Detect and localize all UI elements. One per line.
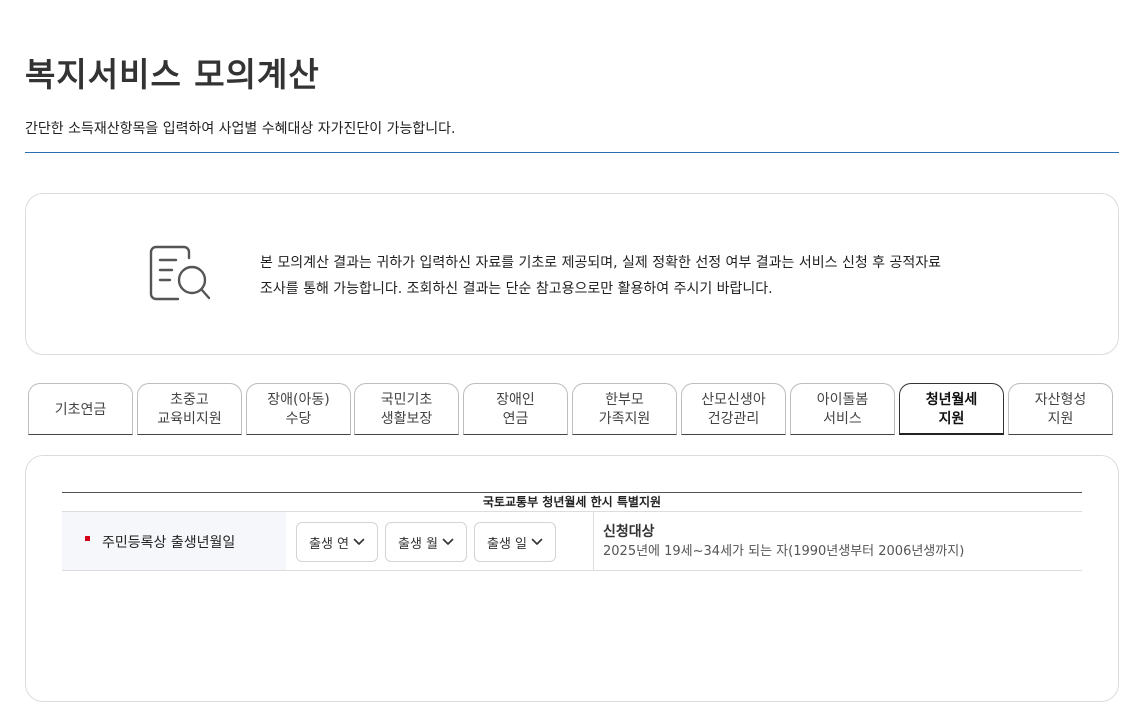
birth-month-select[interactable]: 출생 월 (385, 522, 467, 562)
tab-asset-building-support[interactable]: 자산형성 지원 (1008, 383, 1113, 435)
tab-label: 한부모 가족지원 (598, 392, 651, 427)
notice-line-2: 조사를 통해 가능합니다. 조회하신 결과는 단순 참고용으로만 활용하여 주시… (260, 281, 773, 297)
birthdate-label: 주민등록상 출생년월일 (102, 535, 236, 551)
tab-label: 청년월세 지원 (925, 391, 978, 427)
select-value: 출생 월 (397, 536, 438, 552)
tab-maternal-newborn-care[interactable]: 산모신생아 건강관리 (681, 383, 786, 435)
eligibility-description: 2025년에 19세~34세가 되는 자(1990년생부터 2006년생까지) (603, 544, 965, 559)
tab-single-parent-support[interactable]: 한부모 가족지원 (572, 383, 677, 435)
eligibility-title: 신청대상 (603, 524, 655, 540)
row-divider (593, 512, 594, 570)
notice-text: 본 모의계산 결과는 귀하가 입력하신 자료를 기초로 제공되며, 실제 정확한… (260, 250, 1020, 302)
row-header: 주민등록상 출생년월일 (62, 512, 286, 570)
calculator-panel: 국토교통부 청년월세 한시 특별지원 주민등록상 출생년월일 출생 연 출생 월… (25, 455, 1119, 702)
table-caption: 국토교통부 청년월세 한시 특별지원 (62, 493, 1082, 512)
required-mark-icon (85, 536, 90, 541)
birth-year-select[interactable]: 출생 연 (296, 522, 378, 562)
tab-disability-pension[interactable]: 장애인 연금 (463, 383, 568, 435)
birthdate-row: 주민등록상 출생년월일 출생 연 출생 월 출생 일 신청대상 2025년에 1… (62, 512, 1082, 571)
service-tabs: 기초연금 초중고 교육비지원 장애(아동) 수당 국민기초 생활보장 장애인 연… (28, 383, 1114, 435)
form-table: 국토교통부 청년월세 한시 특별지원 주민등록상 출생년월일 출생 연 출생 월… (62, 492, 1082, 571)
chevron-down-icon (531, 538, 543, 545)
page-title: 복지서비스 모의계산 (25, 55, 320, 94)
tab-youth-rent-support[interactable]: 청년월세 지원 (899, 383, 1004, 435)
title-divider (25, 152, 1119, 153)
tab-disability-child-allowance[interactable]: 장애(아동) 수당 (246, 383, 351, 435)
tab-label: 장애인 연금 (496, 392, 535, 427)
tab-basic-livelihood[interactable]: 국민기초 생활보장 (354, 383, 459, 435)
tab-label: 초중고 교육비지원 (157, 392, 222, 427)
birth-day-select[interactable]: 출생 일 (474, 522, 556, 562)
eligibility-info: 신청대상 2025년에 19세~34세가 되는 자(1990년생부터 2006년… (603, 523, 964, 561)
notice-line-1: 본 모의계산 결과는 귀하가 입력하신 자료를 기초로 제공되며, 실제 정확한… (260, 255, 942, 271)
select-value: 출생 연 (308, 536, 349, 552)
tab-label: 국민기초 생활보장 (380, 392, 433, 427)
notice-box: 본 모의계산 결과는 귀하가 입력하신 자료를 기초로 제공되며, 실제 정확한… (25, 193, 1119, 355)
select-value: 출생 일 (486, 536, 527, 552)
document-search-icon (149, 245, 211, 301)
tab-label: 자산형성 지원 (1034, 392, 1087, 427)
tab-label: 아이돌봄 서비스 (816, 392, 869, 427)
chevron-down-icon (442, 538, 454, 545)
chevron-down-icon (353, 538, 365, 545)
page-description: 간단한 소득재산항목을 입력하여 사업별 수혜대상 자가진단이 가능합니다. (25, 121, 456, 137)
tab-child-care-service[interactable]: 아이돌봄 서비스 (790, 383, 895, 435)
tab-label: 장애(아동) 수당 (267, 392, 330, 427)
tab-label: 기초연금 (54, 401, 107, 418)
tab-school-education-support[interactable]: 초중고 교육비지원 (137, 383, 242, 435)
tab-label: 산모신생아 건강관리 (701, 392, 766, 427)
tab-basic-pension[interactable]: 기초연금 (28, 383, 133, 435)
